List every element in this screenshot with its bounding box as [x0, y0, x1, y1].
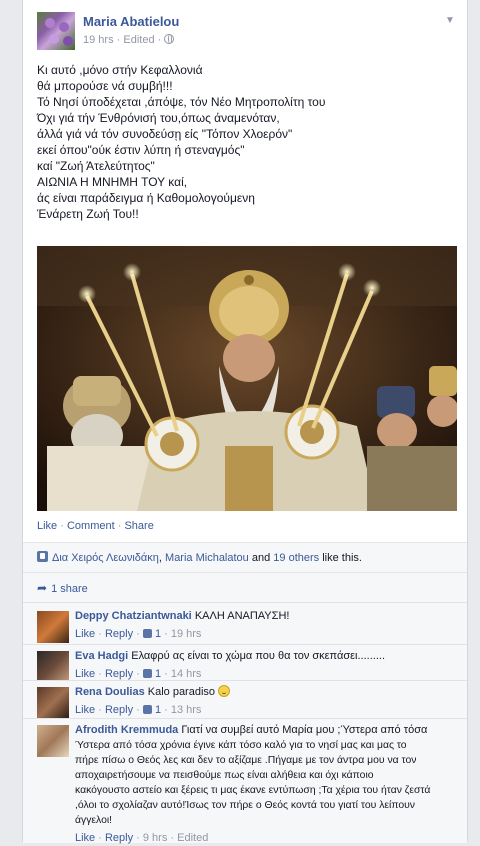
comment-item: Deppy Chatziantwnaki ΚΑΛΗ ΑΝΑΠΑΥΣΗ! Like… — [23, 602, 467, 644]
post-line: άλλά γιά νά τόν συνοδεύσῃ είς "Τόπον Χλο… — [37, 127, 293, 141]
liker-2[interactable]: Maria Michalatou — [165, 552, 249, 564]
comment-like-button[interactable]: Like — [75, 704, 95, 716]
post-line: Τό Νησί ύποδέχεται ,άπόψε, τόν Νέο Μητρο… — [37, 95, 326, 109]
comment-footer: Like · Reply · 1 · 13 hrs — [75, 704, 202, 716]
likes-summary: Δια Χειρός Λεωνιδάκη, Maria Michalatou a… — [23, 542, 467, 572]
comment-reply-button[interactable]: Reply — [105, 668, 133, 680]
comment-like-button[interactable]: Like — [75, 668, 95, 680]
post-line: ΑΙΩΝΙΑ Η ΜΝΗΜΗ ΤΟΥ καί, — [37, 175, 188, 189]
post-time[interactable]: 19 hrs — [83, 34, 114, 46]
thumbs-up-icon — [37, 551, 48, 562]
edited-label[interactable]: Edited — [123, 34, 154, 46]
comment-footer: Like · Reply · 1 · 19 hrs — [75, 628, 202, 640]
avatar[interactable] — [37, 725, 69, 757]
comment-reply-button[interactable]: Reply — [105, 832, 133, 844]
avatar[interactable] — [37, 651, 69, 683]
share-count[interactable]: 1 share — [51, 583, 88, 595]
comment-item: Afrodith Kremmuda Γιατί να συμβεί αυτό Μ… — [23, 718, 467, 844]
likers-others[interactable]: 19 others — [273, 552, 319, 564]
thumbs-up-icon — [142, 669, 152, 678]
chevron-down-icon[interactable]: ▼ — [443, 14, 457, 28]
comment-text: άγγελοι! — [75, 815, 113, 826]
comment-reply-button[interactable]: Reply — [105, 704, 133, 716]
comment-time[interactable]: 9 hrs — [143, 832, 167, 844]
edited-label[interactable]: Edited — [177, 832, 208, 844]
comment-time[interactable]: 19 hrs — [171, 628, 202, 640]
comment-like-count[interactable]: 1 — [155, 668, 161, 680]
smiley-icon — [218, 685, 231, 697]
comment-author[interactable]: Afrodith Kremmuda — [75, 724, 178, 736]
comment-text: ΚΑΛΗ ΑΝΑΠΑΥΣΗ! — [194, 610, 290, 622]
thumbs-up-icon — [142, 629, 152, 638]
comment-text: Γιατί να συμβεί αυτό Μαρία μου ;Ύστερα α… — [181, 724, 428, 736]
share-button[interactable]: Share — [124, 520, 153, 532]
comment-text: ,όλοι το σχολίαζαν αυτό!Ίσως τον πήρε ο … — [75, 800, 416, 811]
comment-text: πήρε πίσω ο Θεός λες και δεν το αξίζαμε … — [75, 755, 417, 766]
author-avatar[interactable] — [37, 12, 75, 50]
comment-like-count[interactable]: 1 — [155, 704, 161, 716]
comment-footer: Like · Reply · 9 hrs · Edited — [75, 832, 209, 844]
comment-reply-button[interactable]: Reply — [105, 628, 133, 640]
comment-text: Ύστερα από τόσα χρόνια έγινε κάπ τόσο κα… — [75, 740, 407, 751]
share-arrow-icon: ➦ — [37, 581, 48, 595]
author-name[interactable]: Maria Abatielou — [83, 14, 179, 29]
post-line: Κι αυτό ,μόνο στήν Κεφαλλονιά — [37, 63, 203, 77]
post-line: Ένάρετη Ζωή Του!! — [37, 207, 139, 221]
comment-author[interactable]: Deppy Chatziantwnaki — [75, 610, 192, 622]
post-card: Maria Abatielou 19 hrs · Edited · ▼ Κι α… — [22, 0, 468, 844]
comment-text: αποχαιρετήσουμε να πεισθούμε πως είναι α… — [75, 770, 374, 781]
post-line: άς είναι παράδειγμα ή Καθομολογούμενη — [37, 191, 255, 205]
thumbs-up-icon — [142, 705, 152, 714]
clergy-photo-illustration — [37, 246, 457, 511]
comment-text: Kalo paradiso — [147, 686, 216, 698]
comment-text: κακόγουστο αστείο και ξέρεις τι μας έκαν… — [75, 785, 431, 796]
comment-item: Rena Doulias Kalo paradiso Like · Reply … — [23, 680, 467, 719]
shares-summary[interactable]: ➦ 1 share — [23, 572, 467, 602]
comment-author[interactable]: Rena Doulias — [75, 686, 145, 698]
avatar[interactable] — [37, 687, 69, 719]
post-photo[interactable] — [37, 246, 457, 511]
post-meta: 19 hrs · Edited · — [83, 34, 175, 46]
comment-time[interactable]: 14 hrs — [171, 668, 202, 680]
post-line: θά μπορούσε νά συμβή!!! — [37, 79, 173, 93]
post-text: Κι αυτό ,μόνο στήν Κεφαλλονιά θά μπορούσ… — [37, 62, 457, 222]
post-line: Όχι γιά τήν Ένθρόνισή του,όπως άναμενότα… — [37, 111, 280, 125]
avatar[interactable] — [37, 611, 69, 643]
globe-icon[interactable] — [164, 34, 175, 44]
comment-button[interactable]: Comment — [67, 520, 115, 532]
comment-time[interactable]: 13 hrs — [171, 704, 202, 716]
post-header: Maria Abatielou 19 hrs · Edited · ▼ — [37, 12, 457, 52]
post-actions: Like · Comment · Share — [37, 520, 154, 532]
comment-like-button[interactable]: Like — [75, 628, 95, 640]
comment-author[interactable]: Eva Hadgi — [75, 650, 128, 662]
comment-item: Eva Hadgi Ελαφρύ ας είναι το χώμα που θα… — [23, 644, 467, 683]
post-line: εκεί όπου"ούκ έστιν λύπη ή στεναγμός" — [37, 143, 245, 157]
comment-like-count[interactable]: 1 — [155, 628, 161, 640]
comment-text: Ελαφρύ ας είναι το χώμα που θα τον σκεπά… — [131, 650, 385, 662]
comment-like-button[interactable]: Like — [75, 832, 95, 844]
post-line: καί "Ζωή Άτελεύτητος" — [37, 159, 155, 173]
like-button[interactable]: Like — [37, 520, 57, 532]
liker-1[interactable]: Δια Χειρός Λεωνιδάκη — [52, 552, 159, 564]
